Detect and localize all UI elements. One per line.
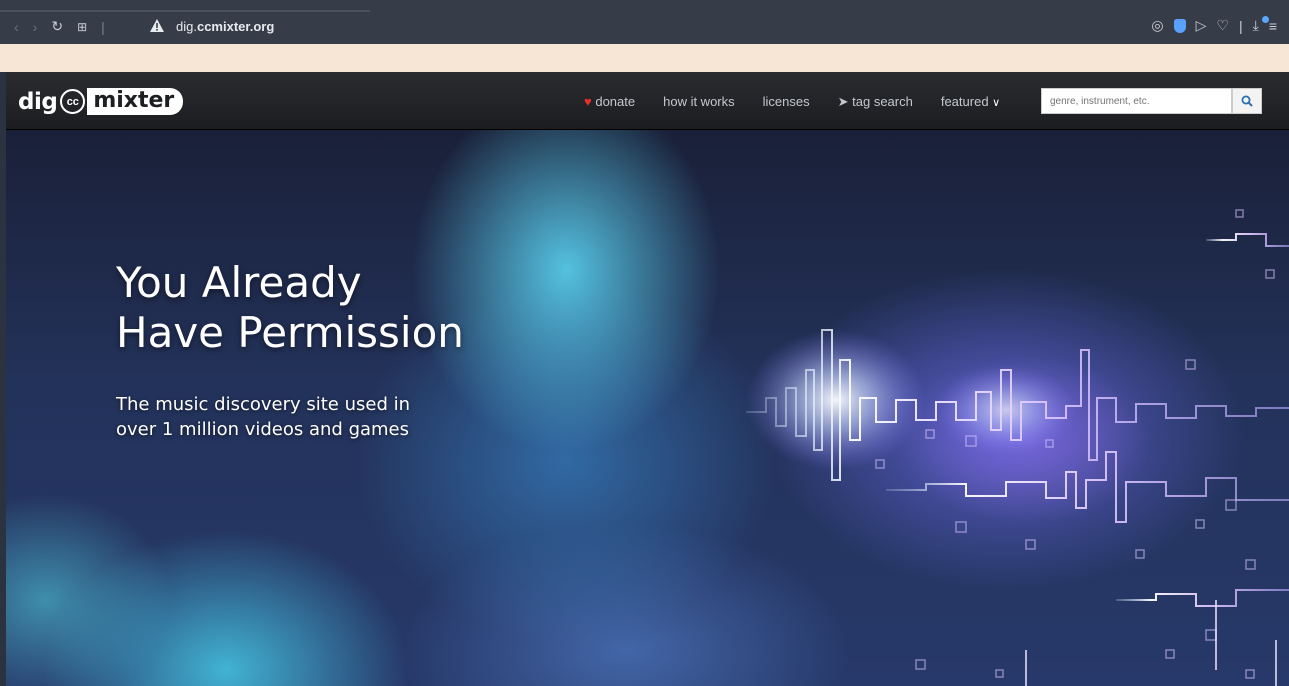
search-icon [1241, 95, 1253, 107]
separator: | [101, 18, 105, 35]
url-bar[interactable]: dig.ccmixter.org [176, 19, 274, 34]
nav-featured-label: featured [940, 94, 989, 109]
send-icon[interactable]: ▷ [1196, 17, 1207, 34]
main-menu: ♥ donate how it works licenses ➤ tag sea… [584, 94, 1000, 110]
site-logo[interactable]: dig cc mixter [18, 88, 184, 115]
heart-icon: ♥ [584, 94, 592, 109]
download-icon[interactable]: ⤓ [1253, 17, 1259, 34]
search-button[interactable] [1232, 88, 1262, 114]
notification-bar [0, 44, 1289, 72]
heart-icon[interactable]: ♡ [1216, 17, 1229, 34]
nav-donate-label: donate [595, 94, 636, 109]
url-domain: ccmixter.org [196, 19, 275, 34]
tab-grid-icon[interactable]: ⊞ [77, 20, 87, 34]
tag-icon: ➤ [837, 94, 849, 109]
forward-icon[interactable]: › [33, 19, 38, 35]
download-indicator-dot [1262, 16, 1269, 23]
search-input[interactable] [1041, 88, 1232, 114]
hero-subtitle-line2: over 1 million videos and games [116, 419, 410, 440]
hero-subtitle: The music discovery site used in over 1 m… [116, 392, 410, 442]
hero-title-line2: Have Permission [116, 308, 464, 357]
logo-dig: dig [18, 88, 58, 115]
back-icon[interactable]: ‹ [14, 19, 19, 35]
browser-toolbar: ‹ › ↻ ⊞ | dig.ccmixter.org ◎ ▷ ♡ | ⤓ ≡ [0, 0, 1289, 44]
logo-cc: cc [60, 89, 86, 114]
hero-title: You Already Have Permission [116, 258, 464, 358]
nav-tag-search[interactable]: ➤ tag search [838, 94, 913, 110]
url-subdomain: dig. [176, 19, 197, 34]
nav-licenses[interactable]: licenses [763, 94, 810, 110]
site-header: dig cc mixter ♥ donate how it works lice… [6, 72, 1289, 130]
hero-subtitle-line1: The music discovery site used in [116, 394, 411, 415]
nav-tag-search-label: tag search [852, 94, 913, 109]
tab-strip [0, 10, 370, 12]
hero-banner: You Already Have Permission The music dis… [6, 130, 1289, 686]
warning-icon[interactable] [150, 19, 164, 32]
chevron-down-icon: ∨ [992, 97, 1001, 109]
separator: | [1238, 17, 1243, 34]
logo-mixter: mixter [87, 88, 184, 115]
reload-icon[interactable]: ↻ [51, 18, 63, 35]
nav-featured[interactable]: featured ∨ [941, 94, 1000, 110]
menu-icon[interactable]: ≡ [1269, 18, 1277, 34]
camera-icon[interactable]: ◎ [1151, 17, 1163, 34]
hero-title-line1: You Already [116, 258, 362, 307]
nav-how-it-works[interactable]: how it works [663, 94, 735, 110]
shield-icon[interactable] [1173, 18, 1186, 33]
nav-donate[interactable]: ♥ donate [584, 94, 635, 110]
